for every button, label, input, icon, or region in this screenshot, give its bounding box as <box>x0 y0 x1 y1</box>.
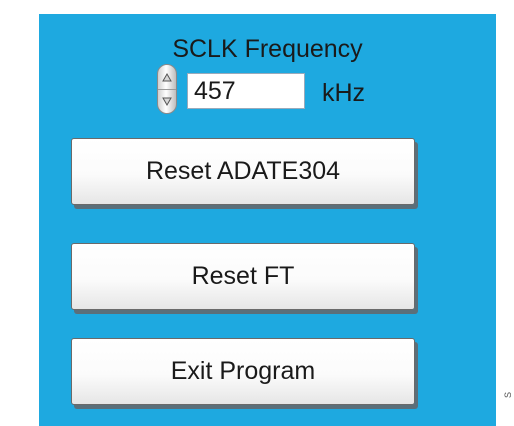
sclk-frequency-input[interactable] <box>187 73 305 109</box>
sclk-frequency-label: SCLK Frequency <box>172 35 363 63</box>
frequency-unit-label: kHz <box>322 79 366 107</box>
triangle-down-icon <box>162 97 172 106</box>
increment-button[interactable] <box>158 65 176 90</box>
triangle-up-icon <box>162 72 172 81</box>
reset-adate304-button[interactable]: Reset ADATE304 <box>71 138 415 205</box>
decrement-button[interactable] <box>158 89 176 113</box>
reset-ft-button[interactable]: Reset FT <box>71 243 415 310</box>
frequency-spinner[interactable] <box>157 64 177 114</box>
control-panel: SCLK Frequency kHz Reset ADATE304 Reset … <box>39 14 496 426</box>
side-mark-text: S <box>503 391 513 398</box>
exit-program-button[interactable]: Exit Program <box>71 338 415 405</box>
